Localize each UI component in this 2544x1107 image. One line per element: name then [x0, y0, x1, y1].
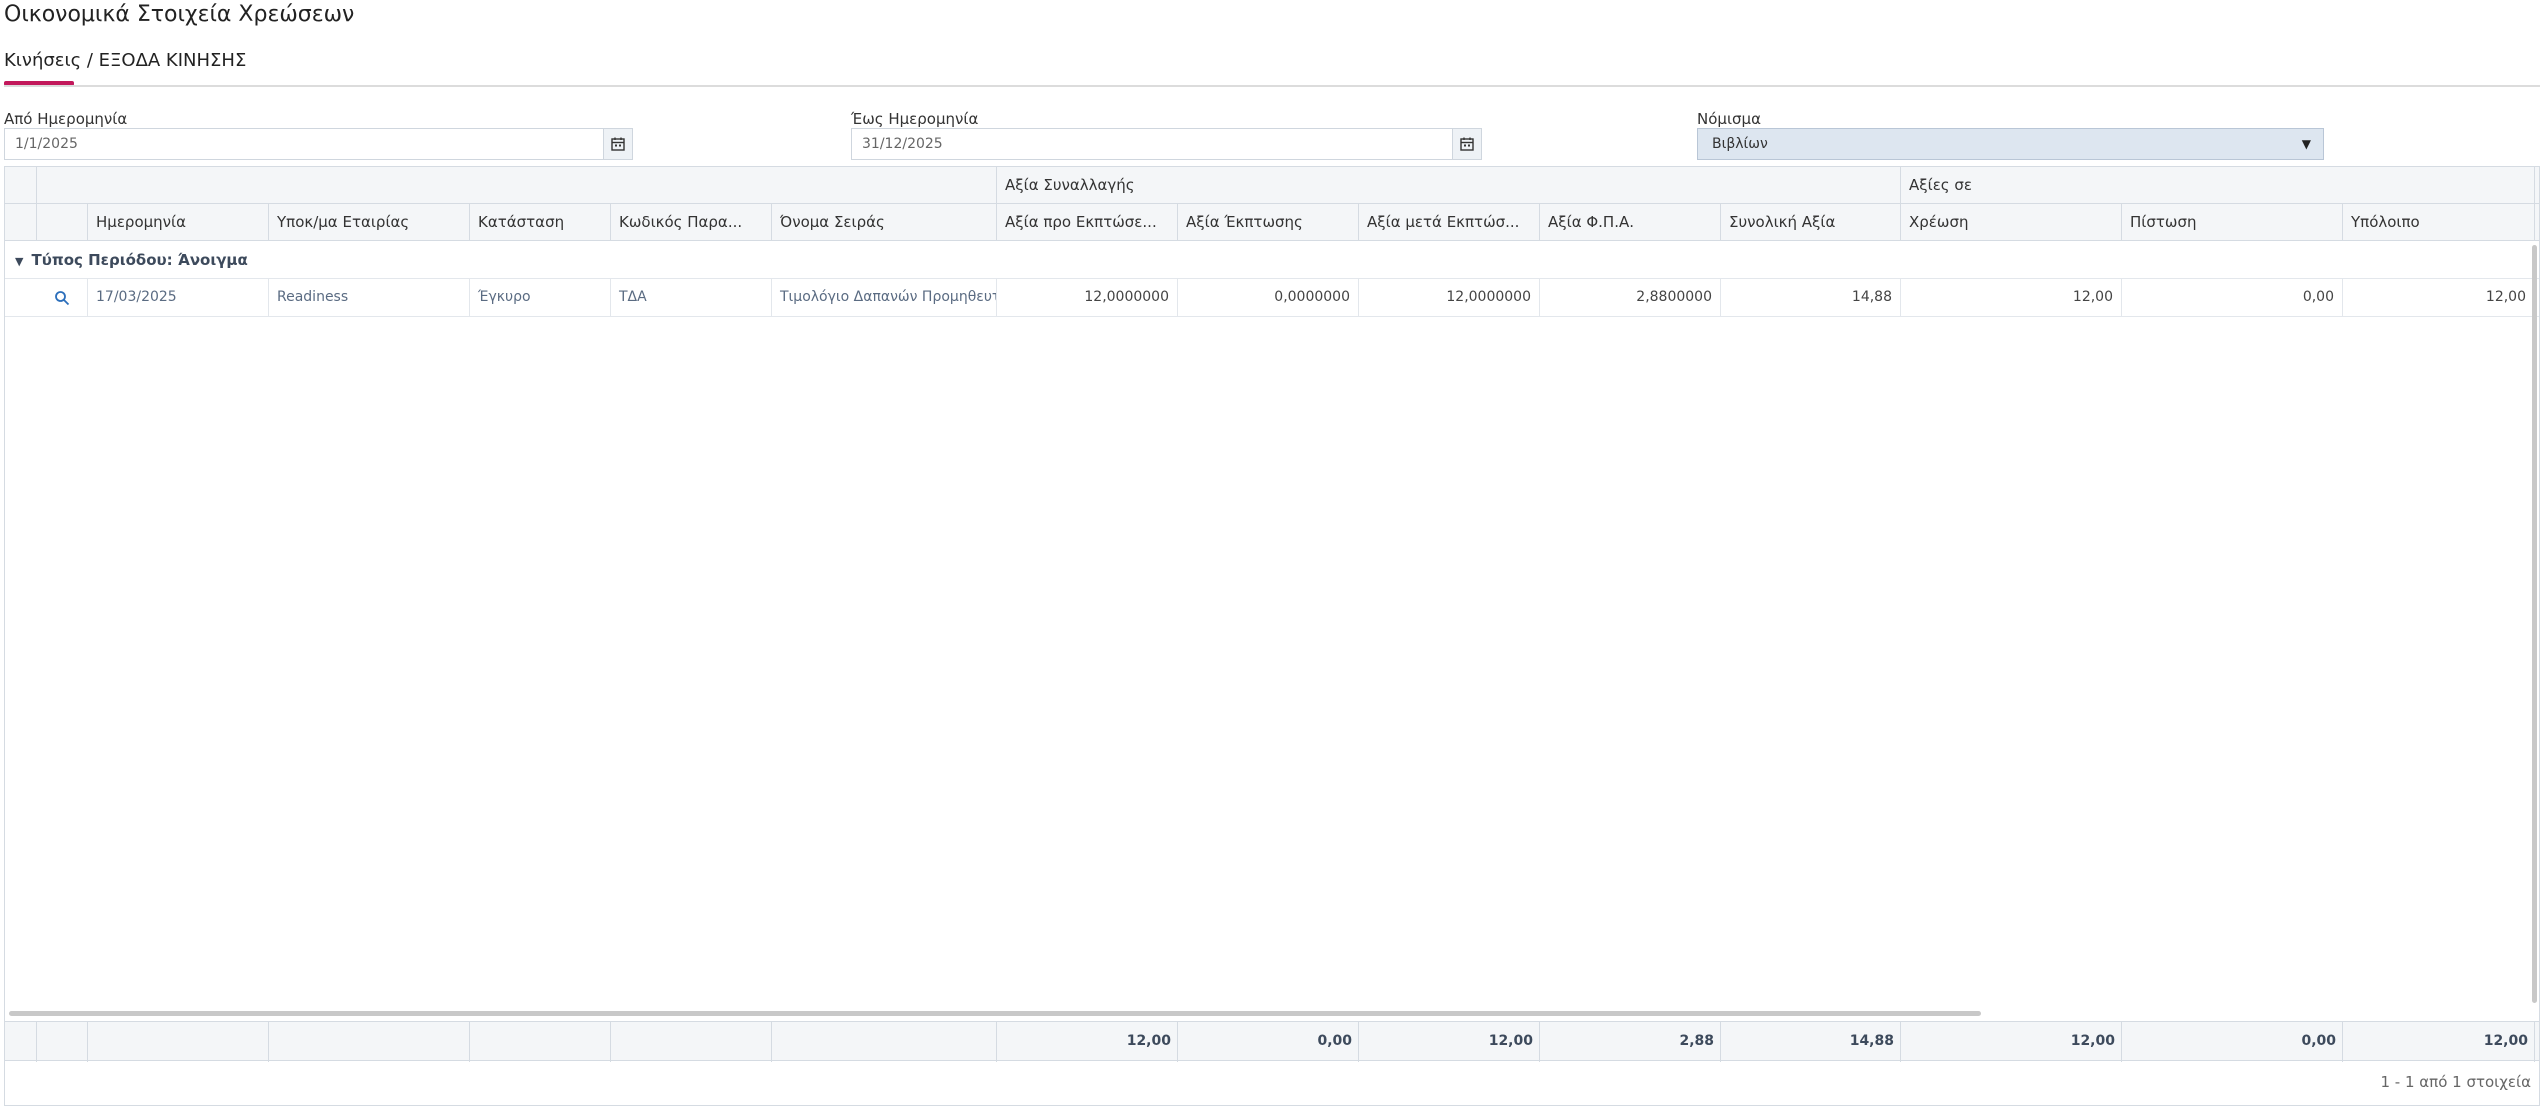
cell-discount-value: 0,0000000 [1178, 279, 1359, 317]
tab-divider [4, 85, 2540, 87]
row-view-button[interactable] [37, 279, 88, 317]
totals-spacer [772, 1022, 997, 1062]
column-header-value-after-discount[interactable]: Αξία μετά Εκπτώσ... [1359, 204, 1540, 241]
caret-down-icon: ▼ [2301, 137, 2311, 151]
column-header-branch[interactable]: Υποκ/μα Εταιρίας [269, 204, 470, 241]
column-header-discount-value[interactable]: Αξία Έκπτωσης [1178, 204, 1359, 241]
group-header-blank [37, 167, 997, 204]
cell-value-before-discount: 12,0000000 [997, 279, 1178, 317]
triangle-down-icon[interactable]: ▼ [15, 255, 23, 268]
calendar-icon [611, 137, 625, 151]
cell-status: Έγκυρο [470, 279, 611, 317]
column-header-credit[interactable]: Πίστωση [2122, 204, 2343, 241]
movements-grid: Αξία Συναλλαγής Αξίες σε Ημερομηνία Υποκ… [4, 166, 2540, 1106]
column-header-doc-code[interactable]: Κωδικός Παρα... [611, 204, 772, 241]
total-value-after-discount: 12,00 [1359, 1022, 1540, 1062]
totals-spacer [37, 1022, 88, 1062]
group-row-label: Τύπος Περιόδου: Άνοιγμα [31, 251, 248, 269]
totals-spacer [611, 1022, 772, 1062]
column-header-debit[interactable]: Χρέωση [1901, 204, 2122, 241]
currency-label: Νόμισμα [1697, 110, 1761, 128]
from-date-label: Από Ημερομηνία [4, 110, 128, 128]
cell-date: 17/03/2025 [88, 279, 269, 317]
cell-total-value: 14,88 [1721, 279, 1901, 317]
group-header-values-in: Αξίες σε [1901, 167, 2535, 204]
column-header-total-value[interactable]: Συνολική Αξία [1721, 204, 1901, 241]
totals-spacer [88, 1022, 269, 1062]
total-balance: 12,00 [2343, 1022, 2535, 1062]
currency-selected-value: Βιβλίων [1712, 136, 1768, 152]
table-row[interactable]: 17/03/2025 Readiness Έγκυρο ΤΔΑ Τιμολόγι… [5, 279, 2539, 317]
total-discount-value: 0,00 [1178, 1022, 1359, 1062]
column-header-status[interactable]: Κατάσταση [470, 204, 611, 241]
cell-doc-code: ΤΔΑ [611, 279, 772, 317]
total-value-before-discount: 12,00 [997, 1022, 1178, 1062]
cell-branch: Readiness [269, 279, 470, 317]
column-header-vat-value[interactable]: Αξία Φ.Π.Α. [1540, 204, 1721, 241]
currency-select[interactable]: Βιβλίων ▼ [1697, 128, 2324, 160]
column-header-date[interactable]: Ημερομηνία [88, 204, 269, 241]
grid-group-header: Αξία Συναλλαγής Αξίες σε [5, 167, 2539, 204]
to-date-label: Έως Ημερομηνία [851, 110, 979, 128]
column-header-expander [5, 204, 37, 241]
column-header-balance[interactable]: Υπόλοιπο [2343, 204, 2535, 241]
page-title: Οικονομικά Στοιχεία Χρεώσεων [4, 2, 355, 27]
cell-debit: 12,00 [1901, 279, 2122, 317]
cell-value-after-discount: 12,0000000 [1359, 279, 1540, 317]
from-date-calendar-button[interactable] [603, 128, 633, 160]
calendar-icon [1460, 137, 1474, 151]
pager-info: 1 - 1 από 1 στοιχεία [2380, 1073, 2531, 1091]
grid-column-header: Ημερομηνία Υποκ/μα Εταιρίας Κατάσταση Κω… [5, 204, 2539, 241]
total-total-value: 14,88 [1721, 1022, 1901, 1062]
to-date-input[interactable]: 31/12/2025 [851, 128, 1453, 160]
cell-credit: 0,00 [2122, 279, 2343, 317]
group-row-period-type[interactable]: ▼ Τύπος Περιόδου: Άνοιγμα [5, 241, 2539, 279]
horizontal-scrollbar[interactable] [9, 1011, 1981, 1016]
group-header-spacer [5, 167, 37, 204]
search-icon [55, 291, 70, 306]
cell-series-name: Τιμολόγιο Δαπανών Προμηθευτή [772, 279, 997, 317]
row-expander-cell [5, 279, 37, 317]
totals-spacer [470, 1022, 611, 1062]
column-header-value-before-discount[interactable]: Αξία προ Εκπτώσε... [997, 204, 1178, 241]
total-debit: 12,00 [1901, 1022, 2122, 1062]
totals-spacer [5, 1022, 37, 1062]
column-header-action [37, 204, 88, 241]
totals-spacer [269, 1022, 470, 1062]
to-date-calendar-button[interactable] [1452, 128, 1482, 160]
tab-movements-expenses[interactable]: Κινήσεις / ΕΞΟΔΑ ΚΙΝΗΣΗΣ [4, 50, 246, 71]
grid-totals-row: 12,00 0,00 12,00 2,88 14,88 12,00 0,00 1… [5, 1021, 2539, 1062]
column-header-series-name[interactable]: Όνομα Σειράς [772, 204, 997, 241]
total-credit: 0,00 [2122, 1022, 2343, 1062]
cell-balance: 12,00 [2343, 279, 2535, 317]
group-header-transaction-value: Αξία Συναλλαγής [997, 167, 1901, 204]
from-date-input[interactable]: 1/1/2025 [4, 128, 604, 160]
vertical-scrollbar[interactable] [2532, 245, 2537, 1003]
cell-vat-value: 2,8800000 [1540, 279, 1721, 317]
total-vat-value: 2,88 [1540, 1022, 1721, 1062]
